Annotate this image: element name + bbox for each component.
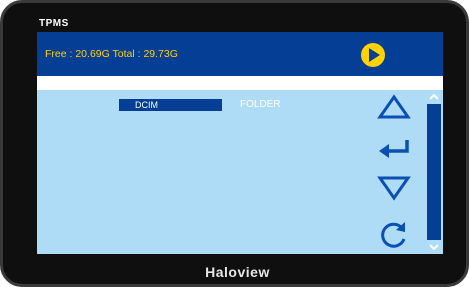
brand-logo: Haloview: [205, 264, 270, 280]
play-icon: [369, 48, 380, 62]
enter-arrow-icon: [379, 140, 409, 158]
triangle-up-icon: [377, 94, 411, 119]
enter-button[interactable]: [377, 137, 411, 166]
screen: Free : 20.69G Total : 29.73G DCIM FOLDER: [37, 32, 443, 254]
chevron-up-icon: [429, 93, 439, 100]
refresh-button[interactable]: [379, 220, 409, 254]
refresh-icon: [381, 222, 406, 248]
device-frame: TPMS Free : 20.69G Total : 29.73G DCIM F…: [0, 0, 469, 287]
chevron-down-icon: [429, 244, 439, 251]
scrollbar-thumb[interactable]: [427, 104, 441, 240]
scrollbar[interactable]: [427, 90, 441, 254]
scroll-down-button[interactable]: [427, 240, 441, 254]
file-name: DCIM: [135, 100, 158, 110]
divider-strip: [37, 76, 443, 90]
scroll-up-button[interactable]: [427, 90, 441, 104]
device-title: TPMS: [39, 18, 69, 29]
page-down-button[interactable]: [377, 175, 411, 206]
list-item-folder[interactable]: DCIM: [119, 99, 222, 111]
storage-header: Free : 20.69G Total : 29.73G: [37, 32, 443, 76]
page-up-button[interactable]: [377, 94, 411, 125]
file-type: FOLDER: [240, 99, 281, 110]
triangle-down-icon: [377, 176, 411, 201]
play-button[interactable]: [361, 43, 385, 67]
storage-info: Free : 20.69G Total : 29.73G: [45, 48, 178, 60]
